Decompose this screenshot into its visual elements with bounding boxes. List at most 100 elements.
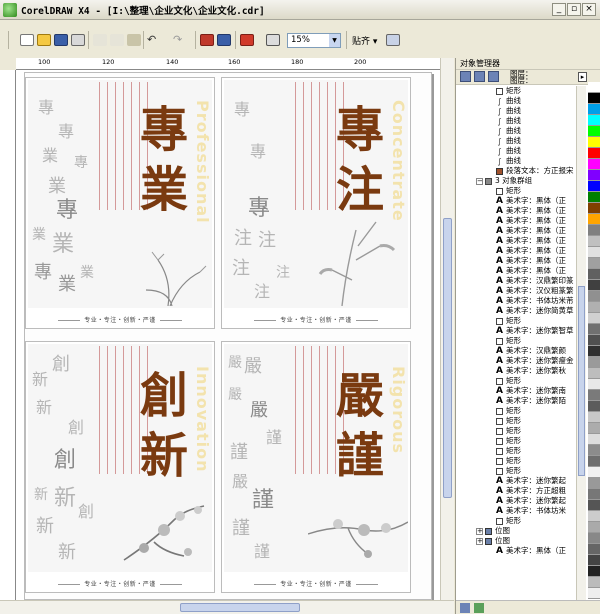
tree-item-rect[interactable]: 矩形 (456, 426, 589, 436)
tree-item-rect[interactable]: 矩形 (456, 446, 589, 456)
color-swatch[interactable] (588, 324, 600, 335)
tree-scrollbar[interactable] (576, 86, 586, 602)
poster-innovation[interactable]: 新 創 新 創 創 新 新 創 新 新 創 新 Innovation 专业・专注… (25, 341, 215, 593)
color-swatch[interactable] (588, 445, 600, 456)
undo-icon[interactable]: ↶ (147, 34, 161, 46)
horizontal-scrollbar[interactable] (0, 600, 454, 614)
color-swatch[interactable] (588, 269, 600, 280)
color-swatch[interactable] (588, 82, 600, 93)
color-swatch[interactable] (588, 225, 600, 236)
vertical-scrollbar[interactable] (440, 58, 454, 600)
tree-item-text[interactable]: A 美术字：黑体（正 (456, 236, 589, 246)
scroll-thumb[interactable] (180, 603, 300, 612)
tree-item-rect[interactable]: 矩形 (456, 316, 589, 326)
export-icon[interactable] (217, 34, 231, 46)
color-swatch[interactable] (588, 357, 600, 368)
new-layer-icon[interactable] (460, 603, 470, 613)
minimize-button[interactable]: _ (552, 3, 566, 16)
snap-to-button[interactable]: 贴齐 ▾ (352, 34, 377, 47)
tree-item-text[interactable]: A 美术字：汉仪粗篆繁 (456, 286, 589, 296)
redo-icon[interactable]: ↷ (173, 34, 187, 46)
color-swatch[interactable] (588, 192, 600, 203)
show-properties-icon[interactable] (460, 71, 471, 82)
color-swatch[interactable] (588, 478, 600, 489)
color-swatch[interactable] (588, 236, 600, 247)
new-master-layer-icon[interactable] (474, 603, 484, 613)
tree-item-text[interactable]: A 美术字：迷你繁起 (456, 496, 589, 506)
color-swatch[interactable] (588, 203, 600, 214)
color-swatch[interactable] (588, 522, 600, 533)
tree-item-text[interactable]: A 美术字：迷你繁陌 (456, 396, 589, 406)
tree-item-text[interactable]: A 美术字：黑体（正 (456, 246, 589, 256)
tree-item-curve[interactable]: ∫ 曲线 (456, 146, 589, 156)
new-icon[interactable] (20, 34, 34, 46)
tree-item-rect[interactable]: 矩形 (456, 86, 589, 96)
color-swatch[interactable] (588, 214, 600, 225)
tree-item-text[interactable]: A 美术字：汉鼎繁印篆 (456, 276, 589, 286)
color-swatch[interactable] (588, 137, 600, 148)
color-swatch[interactable] (588, 489, 600, 500)
tree-item-text[interactable]: A 美术字：迷你繁秋 (456, 366, 589, 376)
color-swatch[interactable] (588, 159, 600, 170)
tree-item-rect[interactable]: 矩形 (456, 416, 589, 426)
cut-icon[interactable] (93, 34, 107, 46)
color-swatch[interactable] (588, 104, 600, 115)
tree-item-text[interactable]: A 美术字：汉鼎繁颜 (456, 346, 589, 356)
tree-item-rect[interactable]: 矩形 (456, 186, 589, 196)
layer-manager-icon[interactable] (488, 71, 499, 82)
color-swatch[interactable] (588, 511, 600, 522)
tree-item-curve[interactable]: ∫ 曲线 (456, 156, 589, 166)
close-button[interactable]: × (582, 3, 596, 16)
color-swatch[interactable] (588, 577, 600, 588)
object-tree[interactable]: 矩形 ∫ 曲线 ∫ 曲线 ∫ 曲线 ∫ 曲线 ∫ 曲线 ∫ 曲线 ∫ 曲线 段落文本：方正报宋 − 3 对象群组矩… (456, 86, 589, 614)
docker-menu-arrow-icon[interactable]: ▸ (578, 72, 587, 82)
color-swatch[interactable] (588, 346, 600, 357)
tree-item-rect[interactable]: 矩形 (456, 456, 589, 466)
color-swatch[interactable] (588, 390, 600, 401)
color-swatch[interactable] (588, 302, 600, 313)
zoom-level-dropdown[interactable]: 15% ▼ (287, 33, 341, 48)
color-swatch[interactable] (588, 291, 600, 302)
horizontal-ruler[interactable]: 100 120 140 160 180 200 (16, 58, 440, 70)
color-swatch[interactable] (588, 544, 600, 555)
poster-concentrate[interactable]: 專 專 專 注 注 注 注 注 專 注 Concentrate 专业・专注・创新… (221, 77, 411, 329)
tree-item-text[interactable]: A 美术字：迷你繁瘦金 (456, 356, 589, 366)
color-swatch[interactable] (588, 401, 600, 412)
tree-item-text[interactable]: A 美术字：黑体（正 (456, 216, 589, 226)
tree-item-text[interactable]: A 美术字：黑体（正 (456, 256, 589, 266)
tree-item-text[interactable]: A 美术字：迷你繁智草 (456, 326, 589, 336)
restore-button[interactable]: ▫ (567, 3, 581, 16)
tree-item-curve[interactable]: ∫ 曲线 (456, 116, 589, 126)
color-swatch[interactable] (588, 335, 600, 346)
expand-icon[interactable]: + (476, 537, 483, 545)
color-swatch[interactable] (588, 115, 600, 126)
tree-item-text[interactable]: A 美术字：黑体（正 (456, 226, 589, 236)
tree-item-rect[interactable]: 矩形 (456, 466, 589, 476)
drawing-canvas[interactable]: 專 專 業 專 業 專 業 業 專 業 業 專 業 Professional 专… (16, 70, 440, 600)
tree-item-rect[interactable]: 矩形 (456, 436, 589, 446)
vertical-ruler[interactable] (0, 70, 16, 600)
options-icon[interactable] (386, 34, 400, 46)
tree-item-text[interactable]: A 美术字：方正超粗 (456, 486, 589, 496)
color-swatch[interactable] (588, 533, 600, 544)
app-launcher-icon[interactable] (240, 34, 254, 46)
tree-item-curve[interactable]: ∫ 曲线 (456, 126, 589, 136)
color-swatch[interactable] (588, 467, 600, 478)
tree-item-text[interactable]: A 美术字：黑体（正 (456, 546, 589, 556)
color-swatch[interactable] (588, 280, 600, 291)
tree-item-text[interactable]: A 美术字：迷你繁起 (456, 476, 589, 486)
color-swatch[interactable] (588, 93, 600, 104)
welcome-icon[interactable] (266, 34, 280, 46)
color-swatch[interactable] (588, 379, 600, 390)
color-swatch[interactable] (588, 566, 600, 577)
expand-icon[interactable]: + (476, 527, 483, 535)
color-swatch[interactable] (588, 423, 600, 434)
color-swatch[interactable] (588, 148, 600, 159)
tree-item-text[interactable]: A 美术字：书体坊米 (456, 506, 589, 516)
copy-icon[interactable] (110, 34, 124, 46)
color-swatch[interactable] (588, 434, 600, 445)
color-swatch[interactable] (588, 456, 600, 467)
scroll-thumb[interactable] (578, 286, 585, 476)
color-swatch[interactable] (588, 247, 600, 258)
edit-across-layers-icon[interactable] (474, 71, 485, 82)
